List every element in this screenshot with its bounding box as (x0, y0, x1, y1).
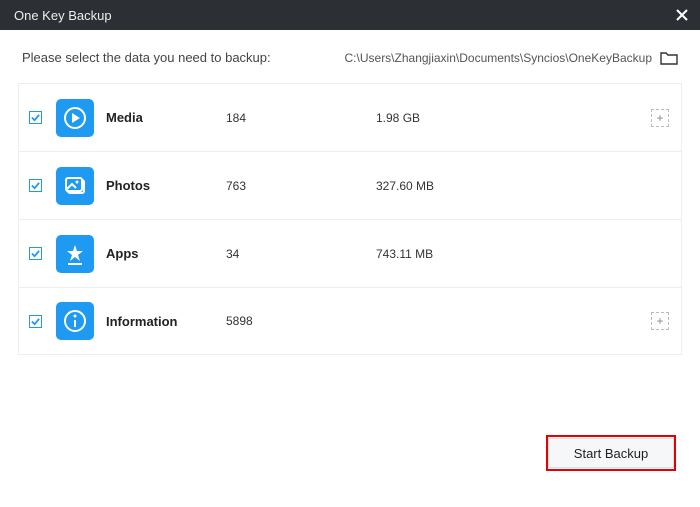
category-name: Photos (106, 178, 226, 193)
checkbox[interactable] (29, 247, 42, 260)
checkbox[interactable] (29, 111, 42, 124)
close-icon[interactable] (674, 7, 690, 23)
instruction-text: Please select the data you need to backu… (22, 50, 345, 65)
information-icon (56, 302, 94, 340)
list-item: Information 5898 + (18, 287, 682, 355)
photos-icon (56, 167, 94, 205)
category-name: Media (106, 110, 226, 125)
category-count: 34 (226, 247, 376, 261)
main-content: Please select the data you need to backu… (0, 30, 700, 355)
list-item: Apps 34 743.11 MB + (18, 219, 682, 287)
checkbox[interactable] (29, 179, 42, 192)
start-backup-label: Start Backup (548, 438, 674, 468)
category-count: 184 (226, 111, 376, 125)
category-name: Apps (106, 246, 226, 261)
category-name: Information (106, 314, 226, 329)
footer: Start Backup (546, 435, 676, 471)
apps-icon (56, 235, 94, 273)
titlebar: One Key Backup (0, 0, 700, 30)
category-count: 763 (226, 179, 376, 193)
category-size: 1.98 GB (376, 111, 651, 125)
folder-icon[interactable] (660, 51, 678, 65)
category-size: 743.11 MB (376, 247, 669, 261)
category-size: 327.60 MB (376, 179, 669, 193)
category-count: 5898 (226, 314, 376, 328)
checkbox[interactable] (29, 315, 42, 328)
list-item: Media 184 1.98 GB + (18, 83, 682, 151)
category-list: Media 184 1.98 GB + Photos 763 327.60 MB… (18, 83, 682, 355)
expand-button[interactable]: + (651, 109, 669, 127)
list-item: Photos 763 327.60 MB + (18, 151, 682, 219)
start-backup-button[interactable]: Start Backup (546, 435, 676, 471)
window-title: One Key Backup (14, 8, 674, 23)
instruction-row: Please select the data you need to backu… (18, 50, 682, 65)
expand-button[interactable]: + (651, 312, 669, 330)
media-icon (56, 99, 94, 137)
backup-path-text: C:\Users\Zhangjiaxin\Documents\Syncios\O… (345, 51, 652, 65)
